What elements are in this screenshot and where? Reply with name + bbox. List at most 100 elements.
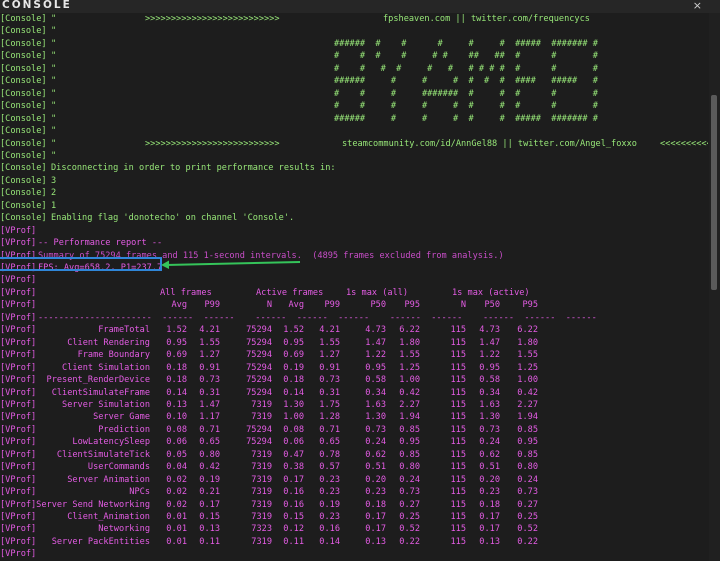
- table-cell: 0.58: [479, 375, 500, 386]
- console-line: [Console] " # # # # # # # # # #: [0, 100, 708, 113]
- console-line: [Console] " # # # # # # ## ## # # #: [0, 50, 708, 63]
- table-cell: 0.23: [479, 487, 500, 498]
- ascii-banner: # # # # # # # # # #: [334, 101, 598, 112]
- line-prefix: [Console]: [0, 14, 47, 24]
- ascii-banner: # # # ####### # # # # #: [334, 88, 598, 99]
- table-cell: 1.22: [479, 350, 500, 361]
- table-cell: 1.27: [319, 350, 340, 361]
- line-prefix: [Console]: [0, 175, 47, 186]
- table-row: [VProf] Frame Boundary 0.69 1.27 75294 0.69 1.…: [0, 349, 708, 362]
- table-cell: 0.16: [283, 499, 304, 510]
- ascii-banner: # # # # # # ## ## # # #: [334, 51, 598, 62]
- table-cell: 0.27: [517, 499, 538, 510]
- table-cell: 0.38: [283, 462, 304, 473]
- line-link: steamcommunity.com/id/AnnGel88 || twitte…: [342, 138, 637, 149]
- row-label: Server PackEntities: [51, 536, 150, 547]
- scrollbar-thumb[interactable]: [711, 95, 717, 290]
- console-line: [Console] ": [0, 125, 708, 138]
- scrollbar[interactable]: [709, 13, 720, 561]
- table-row: [VProf] ClientSimulateTick 0.05 0.80 7319 0.4…: [0, 449, 708, 462]
- line-prefix: [VProf]: [0, 312, 37, 323]
- table-cell: 0.17: [199, 499, 220, 510]
- row-label: Client Rendering: [67, 337, 150, 348]
- table-cell: 0.24: [517, 474, 538, 485]
- table-row: [VProf] Client_Animation 0.01 0.15 7319 0.15 0…: [0, 511, 708, 524]
- row-label: UserCommands: [87, 462, 150, 473]
- table-cell: 1.55: [517, 350, 538, 361]
- table-cell: 1.47: [479, 337, 500, 348]
- table-cell: 0.17: [283, 474, 304, 485]
- line-text: Enabling flag 'donotecho' on channel 'Co…: [51, 213, 295, 224]
- table-cell: 0.16: [319, 524, 340, 535]
- table-cell: 2.27: [399, 399, 420, 410]
- console-line: [Console] 1: [0, 200, 708, 213]
- table-cell: 0.27: [399, 499, 420, 510]
- row-label: LowLatencySleep: [72, 437, 150, 448]
- table-cell: 0.23: [319, 487, 340, 498]
- line-text: ": [51, 14, 57, 24]
- ascii-banner: ###### # # # # # ##### ####### #: [334, 38, 598, 49]
- table-cell: 0.06: [283, 437, 304, 448]
- table-cell: 1.80: [517, 337, 538, 348]
- table-cell: 0.16: [283, 487, 304, 498]
- line-text: ": [51, 101, 57, 112]
- table-cell: 1.80: [399, 337, 420, 348]
- line-prefix: [Console]: [0, 63, 47, 74]
- line-prefix: [Console]: [0, 126, 47, 137]
- table-cell: 1.00: [283, 412, 304, 423]
- table-cell: 0.08: [283, 424, 304, 435]
- column-group-label: 1s max (active): [452, 287, 530, 298]
- table-cell: 1.47: [199, 399, 220, 410]
- table-cell: 1.30: [283, 399, 304, 410]
- table-cell: 0.95: [479, 362, 500, 373]
- table-cell: 0.95: [399, 437, 420, 448]
- table-cell: 0.65: [199, 437, 220, 448]
- table-cell: 0.52: [517, 524, 538, 535]
- console-line: [Console] ": [0, 150, 708, 163]
- vprof-line: [VProf] -- Performance report --: [0, 237, 708, 250]
- table-cell: 0.73: [399, 487, 420, 498]
- table-cell: 0.80: [517, 462, 538, 473]
- line-text: ": [51, 150, 57, 161]
- console-line: [Console] " ###### # # # # # ##### #######…: [0, 38, 708, 51]
- line-prefix: [Console]: [0, 88, 47, 99]
- table-cell: 0.95: [517, 437, 538, 448]
- line-text: ": [51, 138, 57, 149]
- row-label: Frame Boundary: [77, 350, 150, 361]
- table-cell: 0.19: [319, 499, 340, 510]
- close-icon[interactable]: ×: [693, 0, 702, 12]
- table-cell: 1.55: [199, 337, 220, 348]
- column-label: P99: [324, 300, 340, 311]
- line-text: ": [51, 126, 57, 137]
- row-label: NPCs: [129, 487, 150, 498]
- ascii-banner: # # # # # # # # # # # # #: [334, 63, 598, 74]
- table-cell: 1.27: [199, 350, 220, 361]
- table-cell: 0.52: [399, 524, 420, 535]
- row-label: Prediction: [98, 424, 150, 435]
- line-text: 3: [51, 175, 57, 186]
- column-group-label: Active frames: [256, 287, 324, 298]
- table-cell: 0.14: [283, 387, 304, 398]
- row-label: Networking: [98, 524, 150, 535]
- line-text: ": [51, 63, 57, 74]
- column-label: P95: [404, 300, 420, 311]
- line-prefix: [Console]: [0, 163, 47, 174]
- table-cell: 0.65: [319, 437, 340, 448]
- table-cell: 0.80: [199, 449, 220, 460]
- table-row: [VProf] Server Send Networking 0.02 0.17 731…: [0, 499, 708, 512]
- console-line: [Console] " # # # # # # # # # # # # #: [0, 63, 708, 76]
- table-cell: 0.91: [319, 362, 340, 373]
- table-cell: 4.21: [199, 325, 220, 336]
- table-cell: 0.69: [283, 350, 304, 361]
- console-line: [Console] " # # # ####### # # # # #: [0, 88, 708, 101]
- table-cell: 0.19: [283, 362, 304, 373]
- line-prefix: [Console]: [0, 138, 47, 149]
- line-text: 1: [51, 200, 57, 211]
- table-cell: 0.24: [399, 474, 420, 485]
- table-cell: 0.91: [199, 362, 220, 373]
- row-label: Client Simulation: [62, 362, 150, 373]
- table-cell: 1.00: [399, 375, 420, 386]
- console-line: [Console] 3: [0, 175, 708, 188]
- table-row: [VProf] Client Simulation 0.18 0.91 75294 0.1…: [0, 362, 708, 375]
- table-row: [VProf] FrameTotal 1.52 4.21 75294 1.52 4.21 4.…: [0, 324, 708, 337]
